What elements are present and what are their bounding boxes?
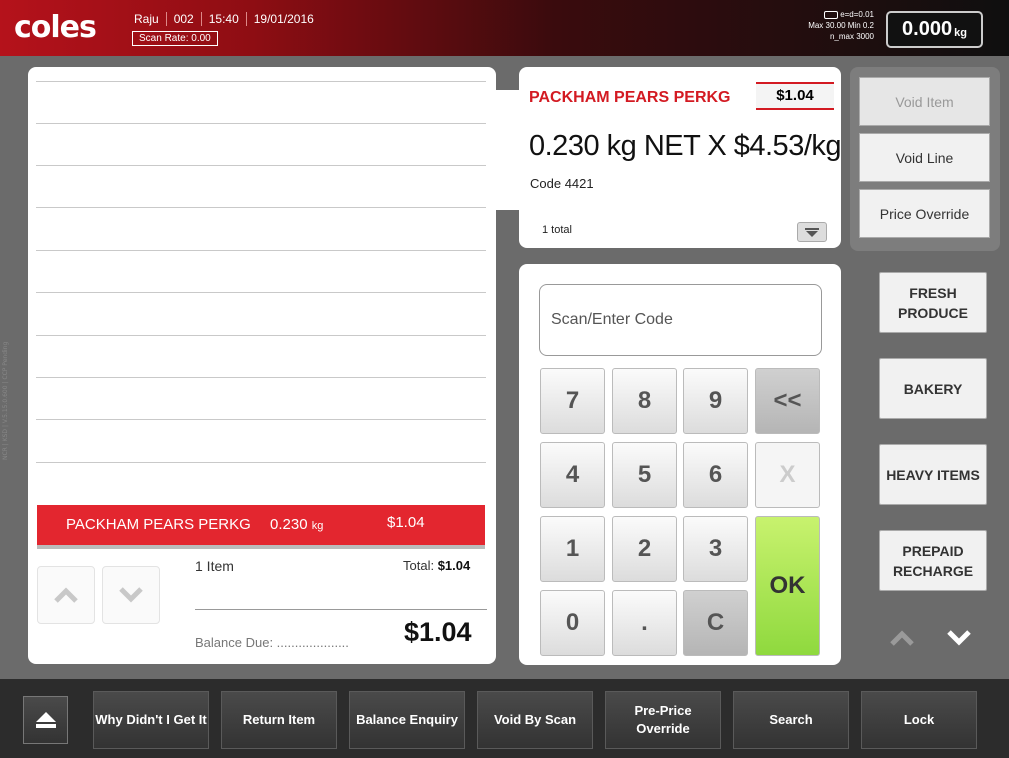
receipt-item-name: PACKHAM PEARS PERKG <box>66 516 251 533</box>
void-line-button[interactable]: Void Line <box>859 133 990 182</box>
coles-logo: coles <box>14 10 97 45</box>
receipt-divider <box>36 335 486 336</box>
scroll-up-button[interactable] <box>37 566 95 624</box>
eject-button[interactable] <box>23 696 68 744</box>
key-1[interactable]: 1 <box>540 516 605 582</box>
key-9[interactable]: 9 <box>683 368 748 434</box>
balance-due-label: Balance Due: .................... <box>195 635 349 650</box>
chevron-up-icon <box>54 587 78 603</box>
void-item-button[interactable]: Void Item <box>859 77 990 126</box>
scale-line-2: Max 30.00 Min 0.2 <box>808 21 874 30</box>
scan-rate-badge: Scan Rate: 0.00 <box>132 31 218 46</box>
prepaid-recharge-button[interactable]: PREPAID RECHARGE <box>879 530 987 591</box>
decimal-key[interactable]: . <box>612 590 677 656</box>
receipt-divider <box>36 377 486 378</box>
pre-price-override-button[interactable]: Pre-Price Override <box>605 691 721 749</box>
receipt-divider <box>36 462 486 463</box>
receipt-item-underline <box>37 545 485 549</box>
header-info: Raju 002 15:40 19/01/2016 <box>134 12 321 26</box>
scale-weight-display: 0.000 kg <box>886 11 983 48</box>
receipt-item-price: $1.04 <box>387 514 425 531</box>
bakery-button[interactable]: BAKERY <box>879 358 987 419</box>
receipt-divider <box>36 165 486 166</box>
search-button[interactable]: Search <box>733 691 849 749</box>
receipt-selected-item[interactable]: PACKHAM PEARS PERKG 0.230 kg $1.04 <box>37 505 485 545</box>
item-total-count: 1 total <box>542 224 572 236</box>
ok-key[interactable]: OK <box>755 516 820 656</box>
category-up-button[interactable] <box>887 625 917 651</box>
operator-name: Raju <box>134 12 159 26</box>
receipt-panel: PACKHAM PEARS PERKG 0.230 kg $1.04 1 Ite… <box>28 67 496 664</box>
receipt-divider <box>36 123 486 124</box>
weight-unit: kg <box>954 26 967 39</box>
key-3[interactable]: 3 <box>683 516 748 582</box>
receipt-item-weight: 0.230 kg <box>270 516 324 533</box>
receipt-divider <box>36 81 486 82</box>
price-override-button[interactable]: Price Override <box>859 189 990 238</box>
category-down-button[interactable] <box>944 625 974 651</box>
bottom-toolbar: Why Didn't I Get It Return Item Balance … <box>0 679 1009 758</box>
heavy-items-button[interactable]: HEAVY ITEMS <box>879 444 987 505</box>
receipt-divider <box>36 292 486 293</box>
balance-enquiry-button[interactable]: Balance Enquiry <box>349 691 465 749</box>
item-name: PACKHAM PEARS PERKG <box>529 89 731 106</box>
chevron-down-icon <box>119 587 143 603</box>
key-8[interactable]: 8 <box>612 368 677 434</box>
balance-due-value: $1.04 <box>404 617 472 647</box>
item-weight-detail: 0.230 kg NET X $4.53/kg <box>529 130 842 162</box>
summary-divider <box>195 609 487 610</box>
key-5[interactable]: 5 <box>612 442 677 508</box>
key-7[interactable]: 7 <box>540 368 605 434</box>
why-didnt-i-get-it-button[interactable]: Why Didn't I Get It <box>93 691 209 749</box>
current-date: 19/01/2016 <box>245 12 321 26</box>
key-0[interactable]: 0 <box>540 590 605 656</box>
current-time: 15:40 <box>200 12 246 26</box>
receipt-total: Total: $1.04 <box>403 558 471 573</box>
return-item-button[interactable]: Return Item <box>221 691 337 749</box>
version-text: NCR | KSD | V.5.15.0.600 | CCP Pending <box>2 341 9 460</box>
scale-battery-icon <box>824 10 839 19</box>
item-info-card: PACKHAM PEARS PERKG $1.04 0.230 kg NET X… <box>519 67 842 248</box>
void-by-scan-button[interactable]: Void By Scan <box>477 691 593 749</box>
receipt-total-value: $1.04 <box>437 558 471 573</box>
receipt-divider <box>36 207 486 208</box>
fresh-produce-button[interactable]: FRESH PRODUCE <box>879 272 987 333</box>
top-bar: coles Raju 002 15:40 19/01/2016 Scan Rat… <box>0 0 1009 56</box>
item-dropdown-button[interactable] <box>797 222 827 242</box>
chevron-up-icon <box>890 630 914 646</box>
receipt-divider <box>36 419 486 420</box>
key-4[interactable]: 4 <box>540 442 605 508</box>
item-code: Code 4421 <box>530 176 594 191</box>
chevron-down-icon <box>947 630 971 646</box>
item-count: 1 Item <box>195 558 234 574</box>
weight-value: 0.000 <box>902 18 953 40</box>
scale-info: e=d=0.01 Max 30.00 Min 0.2 n_max 3000 <box>790 9 874 42</box>
key-6[interactable]: 6 <box>683 442 748 508</box>
eject-icon <box>35 712 56 728</box>
lane-number: 002 <box>165 12 201 26</box>
multiply-key[interactable]: X <box>755 442 820 508</box>
caret-down-icon <box>805 227 819 237</box>
scroll-down-button[interactable] <box>102 566 160 624</box>
lock-button[interactable]: Lock <box>861 691 977 749</box>
clear-key[interactable]: C <box>683 590 748 656</box>
scale-line-1: e=d=0.01 <box>840 10 874 19</box>
key-2[interactable]: 2 <box>612 516 677 582</box>
scale-line-3: n_max 3000 <box>829 32 874 41</box>
item-price-tag: $1.04 <box>756 82 834 110</box>
backspace-key[interactable]: << <box>755 368 820 434</box>
keypad-panel: Scan/Enter Code 7 8 9 << 4 5 6 X 1 2 3 O… <box>519 264 841 665</box>
receipt-divider <box>36 250 486 251</box>
scan-code-input[interactable]: Scan/Enter Code <box>539 284 822 356</box>
